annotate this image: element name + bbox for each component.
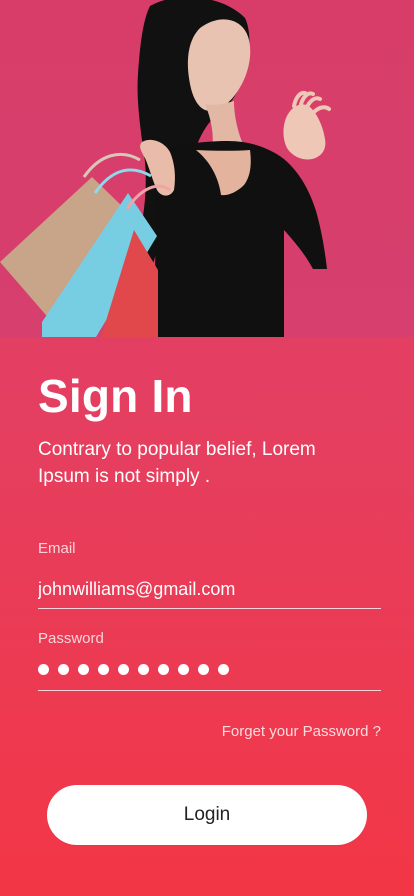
page-title: Sign In xyxy=(38,370,193,422)
login-button[interactable]: Login xyxy=(47,785,367,845)
password-dots xyxy=(38,664,229,675)
password-dot xyxy=(218,664,229,675)
password-dot xyxy=(58,664,69,675)
shopping-woman-image xyxy=(0,0,414,337)
password-dot xyxy=(118,664,129,675)
page-subtitle: Contrary to popular belief, Lorem Ipsum … xyxy=(38,439,316,487)
email-field[interactable] xyxy=(38,570,381,609)
password-dot xyxy=(198,664,209,675)
password-dot xyxy=(98,664,109,675)
password-dot xyxy=(78,664,89,675)
password-dot xyxy=(158,664,169,675)
hero-image xyxy=(0,0,414,337)
password-field[interactable] xyxy=(38,656,381,691)
password-dot xyxy=(38,664,49,675)
password-dot xyxy=(178,664,189,675)
forget-password-link[interactable]: Forget your Password ? xyxy=(222,723,381,741)
password-dot xyxy=(138,664,149,675)
email-label: Email xyxy=(38,540,76,557)
password-label: Password xyxy=(38,630,104,647)
